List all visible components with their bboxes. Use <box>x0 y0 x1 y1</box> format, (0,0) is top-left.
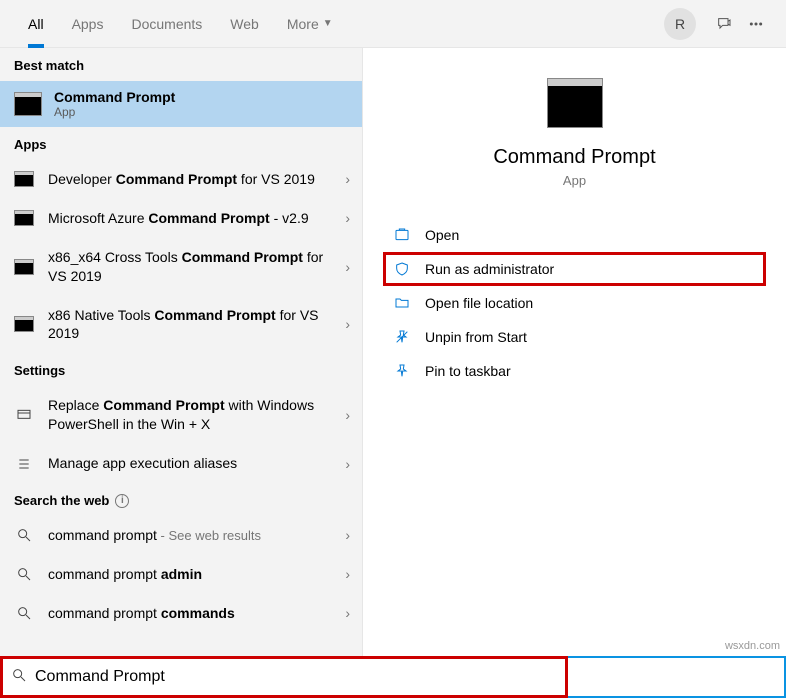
best-match-sub: App <box>54 105 175 119</box>
open-icon <box>393 227 411 243</box>
web-label: command prompt - See web results <box>48 526 325 545</box>
more-options-icon[interactable] <box>740 0 772 48</box>
search-icon <box>11 667 27 688</box>
preview-panel: Command Prompt App Open Run as administr… <box>362 48 786 656</box>
chevron-right-icon[interactable]: › <box>339 456 350 472</box>
web-label: command prompt admin <box>48 565 325 584</box>
search-icon <box>14 566 34 582</box>
info-icon[interactable]: i <box>115 494 129 508</box>
action-pin-to-taskbar[interactable]: Pin to taskbar <box>383 354 766 388</box>
search-input[interactable] <box>35 659 557 695</box>
pin-icon <box>393 363 411 379</box>
settings-icon <box>14 456 34 472</box>
action-run-as-administrator[interactable]: Run as administrator <box>383 252 766 286</box>
action-open-file-location[interactable]: Open file location <box>383 286 766 320</box>
app-icon <box>14 316 34 332</box>
app-icon <box>14 210 34 226</box>
preview-sub: App <box>563 173 586 188</box>
folder-icon <box>393 295 411 311</box>
user-avatar[interactable]: R <box>664 8 696 40</box>
watermark: wsxdn.com <box>725 640 780 652</box>
web-result-item[interactable]: command prompt commands › <box>0 594 362 633</box>
settings-label: Replace Command Prompt with Windows Powe… <box>48 396 325 434</box>
web-result-item[interactable]: command prompt admin › <box>0 555 362 594</box>
chevron-right-icon[interactable]: › <box>339 566 350 582</box>
app-result-item[interactable]: Developer Command Prompt for VS 2019 › <box>0 160 362 199</box>
app-icon <box>14 171 34 187</box>
section-web: Search the web i <box>0 483 362 516</box>
chevron-right-icon[interactable]: › <box>339 259 350 275</box>
section-best-match: Best match <box>0 48 362 81</box>
action-open[interactable]: Open <box>383 218 766 252</box>
section-apps: Apps <box>0 127 362 160</box>
chevron-right-icon[interactable]: › <box>339 316 350 332</box>
best-match-item[interactable]: Command Prompt App <box>0 81 362 127</box>
tab-web[interactable]: Web <box>216 0 273 48</box>
settings-result-item[interactable]: Manage app execution aliases › <box>0 444 362 483</box>
app-result-item[interactable]: Microsoft Azure Command Prompt - v2.9 › <box>0 199 362 238</box>
app-label: Microsoft Azure Command Prompt - v2.9 <box>48 209 325 228</box>
chevron-right-icon[interactable]: › <box>339 171 350 187</box>
best-match-title: Command Prompt <box>54 89 175 105</box>
settings-label: Manage app execution aliases <box>48 454 325 473</box>
app-label: Developer Command Prompt for VS 2019 <box>48 170 325 189</box>
chevron-down-icon: ▼ <box>323 18 333 29</box>
search-icon <box>14 605 34 621</box>
chevron-right-icon[interactable]: › <box>339 605 350 621</box>
settings-result-item[interactable]: Replace Command Prompt with Windows Powe… <box>0 386 362 444</box>
search-bar-remainder <box>568 656 786 698</box>
section-settings: Settings <box>0 353 362 386</box>
search-bar <box>0 656 786 698</box>
search-tabs: All Apps Documents Web More▼ R <box>0 0 786 48</box>
preview-app-icon <box>547 78 603 128</box>
app-icon <box>14 259 34 275</box>
preview-title: Command Prompt <box>493 146 655 169</box>
tab-all[interactable]: All <box>14 0 58 48</box>
feedback-icon[interactable] <box>708 0 740 48</box>
tab-more[interactable]: More▼ <box>273 0 347 48</box>
search-icon <box>14 527 34 543</box>
unpin-icon <box>393 329 411 345</box>
tab-documents[interactable]: Documents <box>117 0 216 48</box>
tab-apps[interactable]: Apps <box>58 0 118 48</box>
results-panel: Best match Command Prompt App Apps Devel… <box>0 48 362 656</box>
command-prompt-icon <box>14 92 42 116</box>
app-result-item[interactable]: x86 Native Tools Command Prompt for VS 2… <box>0 296 362 354</box>
shield-icon <box>393 261 411 277</box>
app-label: x86_x64 Cross Tools Command Prompt for V… <box>48 248 325 286</box>
app-label: x86 Native Tools Command Prompt for VS 2… <box>48 306 325 344</box>
chevron-right-icon[interactable]: › <box>339 527 350 543</box>
chevron-right-icon[interactable]: › <box>339 407 350 423</box>
settings-icon <box>14 407 34 423</box>
chevron-right-icon[interactable]: › <box>339 210 350 226</box>
web-result-item[interactable]: command prompt - See web results › <box>0 516 362 555</box>
action-unpin-from-start[interactable]: Unpin from Start <box>383 320 766 354</box>
app-result-item[interactable]: x86_x64 Cross Tools Command Prompt for V… <box>0 238 362 296</box>
web-label: command prompt commands <box>48 604 325 623</box>
